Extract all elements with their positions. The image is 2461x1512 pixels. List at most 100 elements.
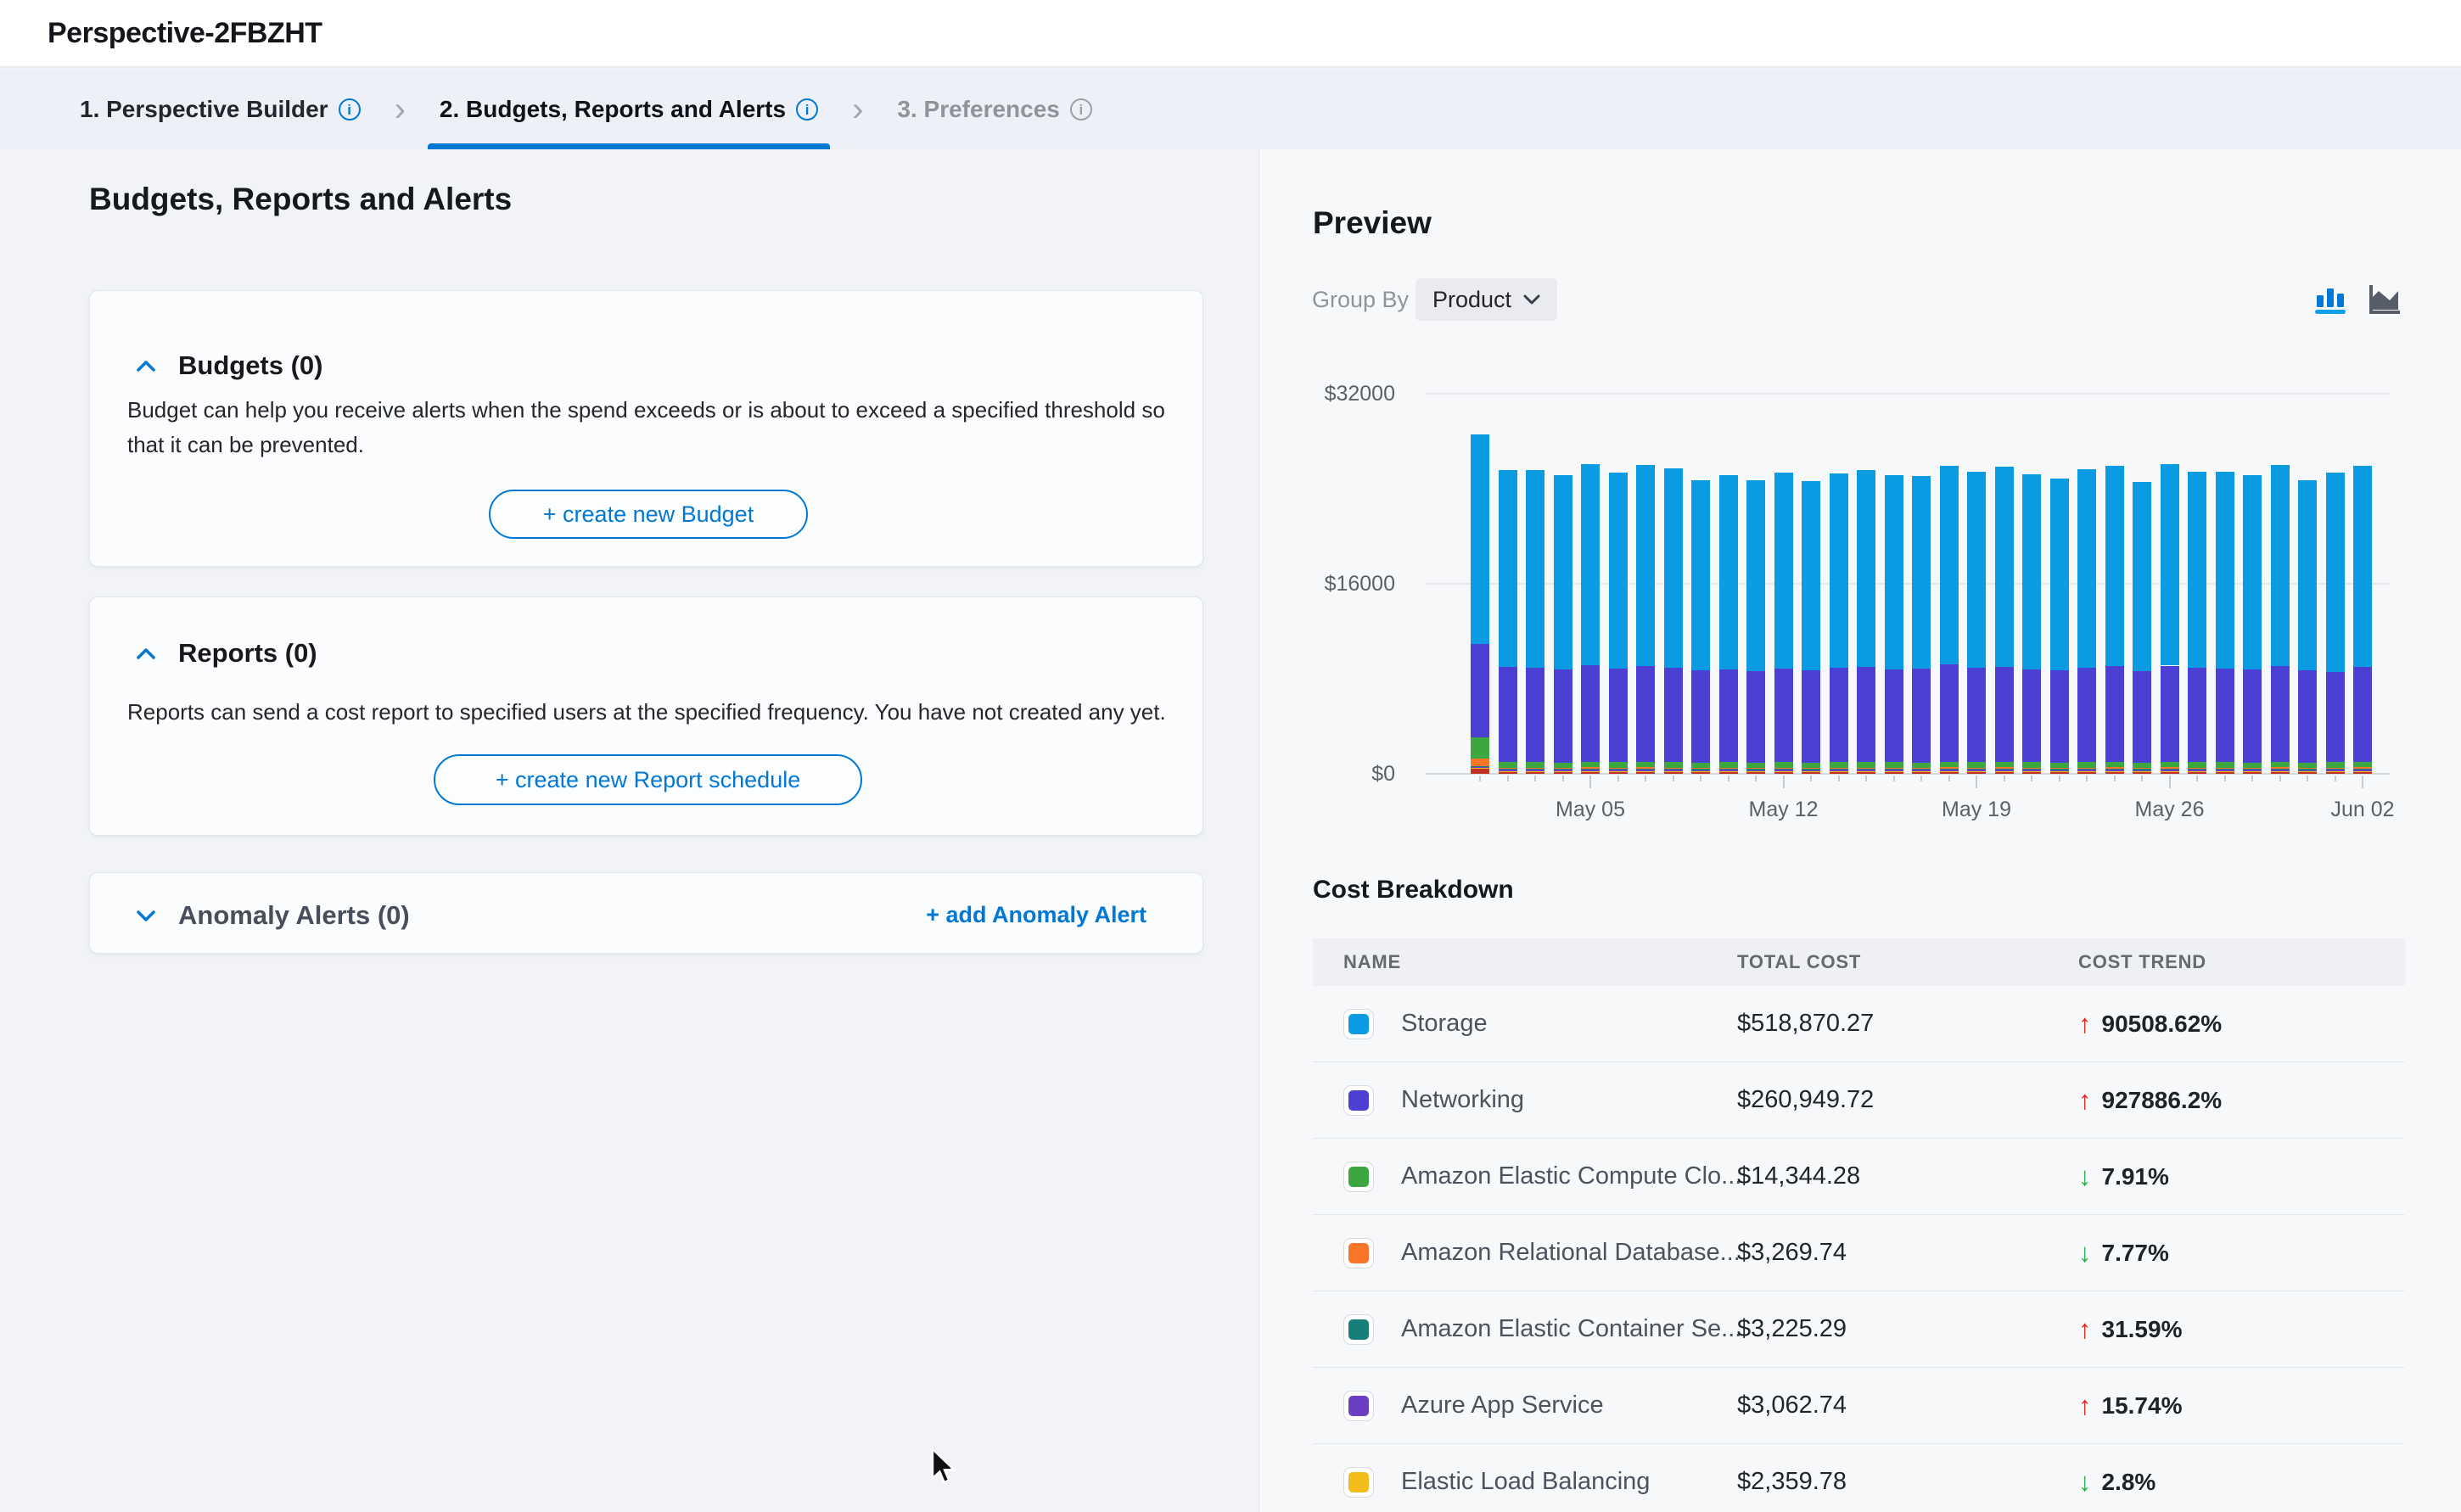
bar-segment (1609, 772, 1628, 774)
bar-segment (1746, 768, 1765, 769)
reports-title: Reports (0) (178, 638, 317, 669)
tab-budgets-reports-alerts[interactable]: 2. Budgets, Reports and Alerts i (428, 70, 830, 149)
bar-segment (1609, 769, 1628, 770)
budgets-description-line2: that it can be prevented. (127, 428, 1171, 462)
bar-segment (2298, 480, 2317, 670)
bar-segment (2298, 768, 2317, 769)
anomaly-alerts-card: Anomaly Alerts (0) + add Anomaly Alert (89, 872, 1203, 954)
axis-tick (1507, 776, 1509, 781)
bar-segment (1719, 772, 1738, 774)
bar-segment (2188, 668, 2206, 762)
bar-segment (2353, 767, 2372, 768)
row-name: Elastic Load Balancing (1401, 1468, 1650, 1496)
bar-segment (2161, 762, 2179, 768)
bar-segment (1885, 771, 1903, 772)
bar-segment (1995, 772, 2014, 774)
bar-segment (2271, 762, 2290, 768)
create-report-schedule-button[interactable]: + create new Report schedule (434, 754, 862, 805)
bar-segment (1554, 769, 1572, 770)
bar-segment (2022, 769, 2041, 770)
bar-segment (2353, 772, 2372, 774)
bar-segment (1719, 769, 1738, 770)
axis-tick (1865, 776, 1867, 781)
column-header-name: NAME (1313, 951, 1737, 973)
bar-segment (1885, 762, 1903, 767)
bar-segment (2022, 772, 2041, 774)
app-header: Perspective-2FBZHT (0, 0, 2461, 68)
bar-segment (2077, 762, 2096, 767)
add-anomaly-alert-link[interactable]: + add Anomaly Alert (926, 902, 1146, 928)
row-name: Amazon Elastic Container Se... (1401, 1315, 1741, 1343)
bar-segment (1746, 480, 1765, 671)
axis-tick (1755, 776, 1757, 781)
bar-segment (1912, 771, 1931, 772)
bar-segment (2022, 762, 2041, 767)
mouse-cursor-icon (928, 1448, 961, 1487)
bar-segment (2188, 768, 2206, 769)
bar-segment (2216, 772, 2234, 774)
bar-segment (1995, 769, 2014, 770)
bar-segment (2188, 771, 2206, 772)
bar-segment (1609, 762, 1628, 767)
bar-segment (2133, 771, 2151, 772)
bar-segment (1857, 762, 1875, 767)
table-row: Amazon Relational Database...$3,269.74↓7… (1313, 1215, 2405, 1291)
bar-segment (1995, 667, 2014, 762)
bar-segment (1526, 668, 1544, 762)
bar-segment (1636, 772, 1655, 774)
bar-segment (2050, 479, 2069, 669)
bar-segment (1774, 769, 1793, 770)
bar-segment (2326, 762, 2345, 767)
bar-segment (2105, 767, 2124, 768)
collapse-chevron-up-icon[interactable] (136, 647, 156, 660)
axis-tick (1673, 776, 1674, 781)
bar-segment (1885, 768, 1903, 769)
bar-segment (2133, 768, 2151, 769)
info-icon[interactable]: i (796, 98, 818, 120)
bar-segment (1526, 771, 1544, 772)
trend-down-icon: ↓ (2078, 1162, 2092, 1192)
bar-segment (1636, 771, 1655, 772)
bar-segment (1912, 769, 1931, 770)
bar-segment (2161, 464, 2179, 665)
bar-segment (2050, 763, 2069, 768)
bar-segment (2216, 762, 2234, 767)
create-budget-button[interactable]: + create new Budget (489, 490, 808, 539)
bar-segment (1609, 473, 1628, 669)
bar-segment (1719, 475, 1738, 669)
column-header-cost-trend: COST TREND (2078, 951, 2405, 973)
bar-segment (1554, 763, 1572, 768)
tab-perspective-builder[interactable]: 1. Perspective Builder i (68, 70, 373, 149)
bar-segment (1471, 759, 1489, 766)
tab-label: 2. Budgets, Reports and Alerts (440, 96, 786, 123)
bar-segment (2216, 669, 2234, 763)
bar-segment (1691, 768, 1710, 769)
row-total-cost: $260,949.72 (1737, 1086, 1874, 1113)
tab-preferences[interactable]: 3. Preferences i (885, 70, 1103, 149)
bar-segment (1581, 665, 1600, 761)
bar-segment (1857, 771, 1875, 772)
collapse-chevron-up-icon[interactable] (136, 360, 156, 372)
bar-segment (2105, 772, 2124, 774)
bar-segment (1967, 762, 1986, 767)
bar-segment (2161, 771, 2179, 772)
x-axis-label: May 26 (2106, 798, 2234, 822)
bar-segment (1802, 772, 1820, 774)
collapse-chevron-down-icon[interactable] (136, 910, 156, 922)
bar-segment (2298, 769, 2317, 770)
chevron-right-icon: › (830, 70, 885, 149)
info-icon[interactable]: i (1070, 98, 1092, 120)
bar-segment (1830, 762, 1848, 767)
axis-tick (2086, 776, 2088, 781)
bar-segment (2326, 672, 2345, 762)
bar-segment (1526, 769, 1544, 770)
bar-segment (1774, 771, 1793, 772)
info-icon[interactable]: i (339, 98, 361, 120)
bar-segment (1471, 644, 1489, 738)
bar-segment (1746, 772, 1765, 774)
bar-segment (1471, 766, 1489, 767)
bar-segment (2326, 473, 2345, 672)
bar-segment (2133, 770, 2151, 771)
bar-segment (1774, 768, 1793, 769)
axis-tick (2196, 776, 2198, 781)
